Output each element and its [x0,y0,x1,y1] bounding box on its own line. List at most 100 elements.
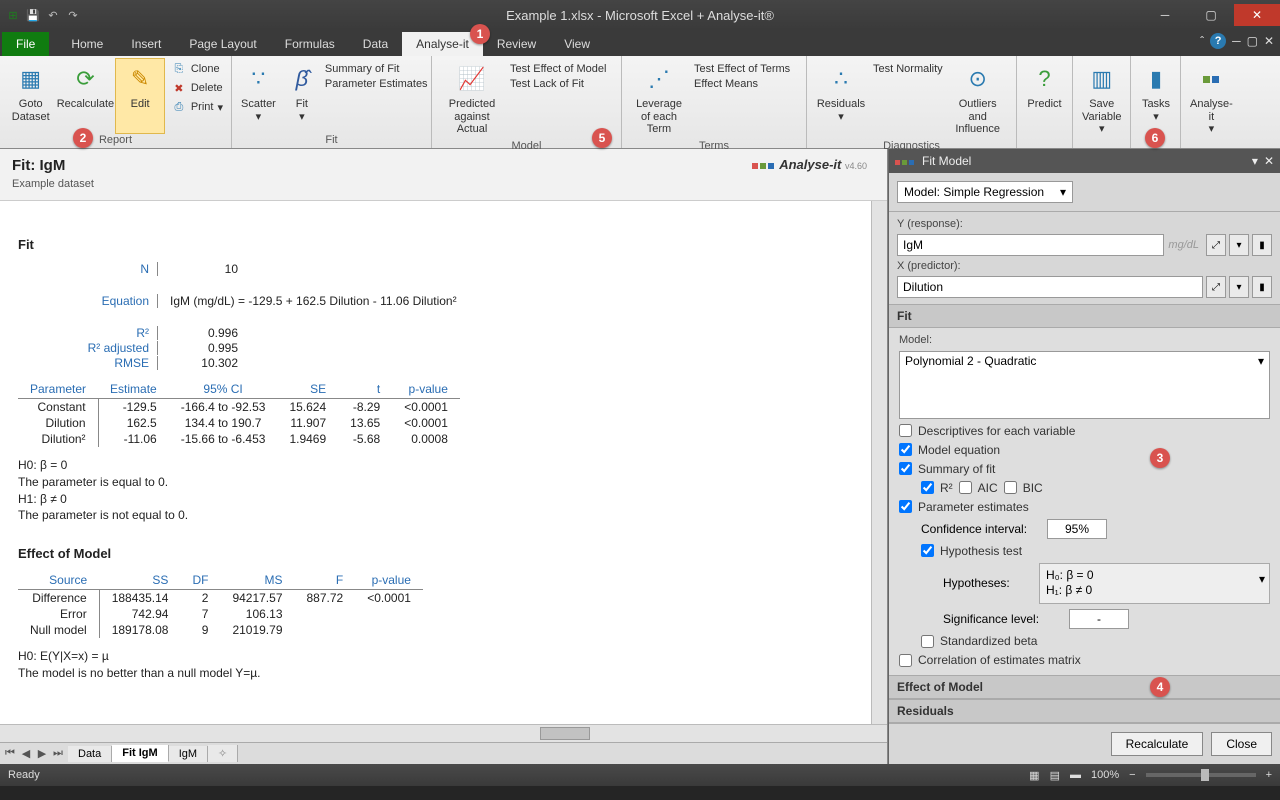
maximize-button[interactable]: ▢ [1188,4,1234,26]
sheet-first-icon[interactable]: ⏮ [2,747,18,760]
delete-icon: ✖ [171,80,187,96]
r2-checkbox[interactable]: R² [921,481,953,495]
view-normal-icon[interactable]: ▦ [1029,769,1039,782]
zoom-out-icon[interactable]: − [1129,769,1135,781]
save-variable-button[interactable]: ▥Save Variable ▾ [1079,58,1125,140]
edit-button[interactable]: ✎Edit [115,58,164,134]
close-button[interactable]: ✕ [1234,4,1280,26]
tab-data[interactable]: Data [349,32,402,56]
ci-input[interactable] [1047,519,1107,539]
ribbon-tabs: File Home Insert Page Layout Formulas Da… [0,30,1280,56]
tab-file[interactable]: File [2,32,49,56]
tab-formulas[interactable]: Formulas [271,32,349,56]
collapse-ribbon-icon[interactable]: ˆ [1200,34,1204,48]
fit-button[interactable]: β̂Fit ▾ [283,58,321,134]
parameter-estimates-button[interactable]: Parameter Estimates [325,77,428,91]
tab-page-layout[interactable]: Page Layout [175,32,270,56]
ribbon: ▦Goto Dataset ⟳Recalculate ✎Edit ⎘Clone … [0,56,1280,149]
help-icon[interactable]: ? [1210,33,1226,49]
sheet-new-icon[interactable]: ✧ [208,745,238,762]
analyse-it-menu-button[interactable]: Analyse-it ▾ [1187,58,1236,140]
x-scale-icon[interactable]: ⤢ [1206,276,1226,298]
horizontal-scrollbar[interactable] [0,724,887,742]
restore-workbook-icon[interactable]: ▢ [1247,34,1258,48]
panel-close-icon[interactable]: ✕ [1264,154,1274,168]
sheet-next-icon[interactable]: ▶ [34,747,50,760]
test-effect-terms-button[interactable]: Test Effect of Terms [694,62,790,76]
minimize-button[interactable]: ─ [1142,4,1188,26]
undo-icon[interactable]: ↶ [44,6,62,24]
print-button[interactable]: ⎙Print ▾ [169,98,225,116]
test-lack-fit-button[interactable]: Test Lack of Fit [510,77,606,91]
callout-2: 2 [73,128,93,148]
save-icon[interactable]: 💾 [24,6,42,24]
delete-button[interactable]: ✖Delete [169,79,225,97]
predict-button[interactable]: ?Predict [1023,58,1066,134]
vertical-scrollbar[interactable] [871,201,887,724]
fit-accordion-header[interactable]: Fit [889,304,1280,328]
y-clear-icon[interactable]: ▮ [1252,234,1272,256]
table-row: Difference188435.14294217.57887.72<0.000… [18,590,423,607]
model-equation-checkbox[interactable]: Model equation [899,443,1270,457]
x-predictor-input[interactable] [897,276,1203,298]
panel-close-button[interactable]: Close [1211,732,1272,756]
predicted-actual-button[interactable]: 📈Predicted against Actual [438,58,506,140]
panel-menu-icon[interactable]: ▾ [1252,154,1258,168]
hypotheses-select[interactable]: H₀: β = 0H₁: β ≠ 0▾ [1039,563,1270,604]
sheet-tab-data[interactable]: Data [68,746,112,762]
residuals-button[interactable]: ∴Residuals ▾ [813,58,869,140]
correlation-matrix-checkbox[interactable]: Correlation of estimates matrix [899,653,1270,667]
summary-fit-checkbox[interactable]: Summary of fit [899,462,1270,476]
residuals-accordion[interactable]: Residuals [889,699,1280,723]
bic-checkbox[interactable]: BIC [1004,481,1043,495]
recalculate-button[interactable]: ⟳Recalculate [59,58,111,134]
summary-of-fit-button[interactable]: Summary of Fit [325,62,428,76]
goto-dataset-button[interactable]: ▦Goto Dataset [6,58,55,134]
effect-model-accordion[interactable]: Effect of Model [889,675,1280,699]
fit-model-panel: Fit Model ▾✕ Model: Simple Regression▾ Y… [888,149,1280,764]
view-break-icon[interactable]: ▬ [1070,769,1081,781]
param-estimates-checkbox[interactable]: Parameter estimates [899,500,1270,514]
dataset-icon: ▦ [15,63,47,95]
chevron-down-icon: ▾ [1060,185,1066,199]
outliers-icon: ⊙ [962,63,994,95]
callout-4: 4 [1150,677,1170,697]
aic-checkbox[interactable]: AIC [959,481,998,495]
std-beta-checkbox[interactable]: Standardized beta [899,634,1270,648]
sig-input[interactable] [1069,609,1129,629]
callout-6: 6 [1145,128,1165,148]
scatter-button[interactable]: ∵Scatter ▾ [238,58,279,134]
zoom-slider[interactable] [1146,773,1256,777]
zoom-in-icon[interactable]: + [1266,769,1272,781]
close-workbook-icon[interactable]: ✕ [1264,34,1274,48]
sheet-tab-fit-igm[interactable]: Fit IgM [112,745,168,762]
outliers-button[interactable]: ⊙Outliers and Influence [947,58,1009,140]
tab-insert[interactable]: Insert [117,32,175,56]
y-response-input[interactable] [897,234,1164,256]
panel-recalculate-button[interactable]: Recalculate [1111,732,1204,756]
tab-view[interactable]: View [550,32,604,56]
sheet-prev-icon[interactable]: ◀ [18,747,34,760]
test-effect-model-button[interactable]: Test Effect of Model [510,62,606,76]
min-workbook-icon[interactable]: ─ [1232,34,1241,48]
tab-home[interactable]: Home [57,32,117,56]
tab-review[interactable]: Review [483,32,550,56]
model-type-select[interactable]: Model: Simple Regression▾ [897,181,1073,203]
clone-button[interactable]: ⎘Clone [169,60,225,78]
x-dropdown-icon[interactable]: ▾ [1229,276,1249,298]
y-dropdown-icon[interactable]: ▾ [1229,234,1249,256]
leverage-button[interactable]: ⋰Leverage of each Term [628,58,690,140]
status-bar: Ready ▦ ▤ ▬ 100% − + [0,764,1280,786]
sheet-last-icon[interactable]: ⏭ [50,747,66,760]
y-scale-icon[interactable]: ⤢ [1206,234,1226,256]
descriptives-checkbox[interactable]: Descriptives for each variable [899,424,1270,438]
redo-icon[interactable]: ↷ [64,6,82,24]
effect-means-button[interactable]: Effect Means [694,77,790,91]
test-normality-button[interactable]: Test Normality [873,62,943,76]
tasks-button[interactable]: ▮Tasks ▾ [1137,58,1175,134]
fit-model-select[interactable]: Polynomial 2 - Quadratic▾ [899,351,1270,419]
view-layout-icon[interactable]: ▤ [1050,769,1060,782]
hypothesis-test-checkbox[interactable]: Hypothesis test [899,544,1270,558]
sheet-tab-igm[interactable]: IgM [169,746,208,762]
x-clear-icon[interactable]: ▮ [1252,276,1272,298]
